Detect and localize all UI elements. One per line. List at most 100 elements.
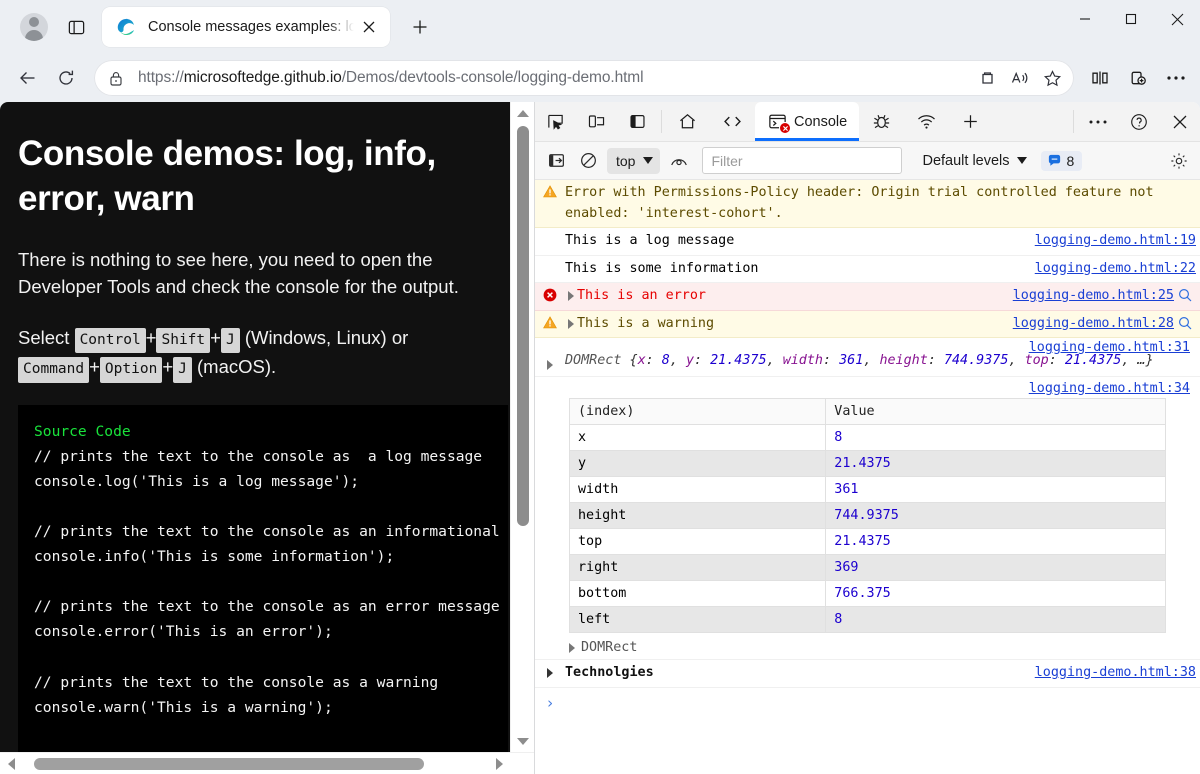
filter-input[interactable]: Filter bbox=[702, 147, 902, 174]
lock-icon bbox=[108, 70, 126, 87]
console-message-warn[interactable]: This is a warning logging-demo.html:28 bbox=[535, 311, 1200, 339]
add-to-collection-icon[interactable] bbox=[1120, 60, 1156, 96]
tab-manager-icon[interactable] bbox=[56, 9, 96, 45]
live-expression-icon[interactable] bbox=[664, 147, 694, 175]
console-source-link[interactable]: logging-demo.html:34 bbox=[1029, 381, 1190, 396]
content-area: Console demos: log, info, error, warn Th… bbox=[0, 102, 1200, 774]
close-window-button[interactable] bbox=[1154, 0, 1200, 38]
tab-add-panel[interactable] bbox=[949, 102, 992, 141]
log-levels-select[interactable]: Default levels bbox=[922, 153, 1026, 169]
expand-arrow-icon[interactable] bbox=[535, 663, 565, 678]
address-bar[interactable]: https://microsoftedge.github.io/Demos/de… bbox=[94, 60, 1074, 96]
scroll-right-arrow-icon[interactable] bbox=[488, 753, 510, 774]
filter-placeholder: Filter bbox=[711, 153, 742, 169]
tab-network[interactable] bbox=[904, 102, 949, 141]
console-message-info[interactable]: This is some information logging-demo.ht… bbox=[535, 256, 1200, 284]
expand-arrow-icon[interactable] bbox=[565, 314, 577, 329]
console-prompt[interactable]: › bbox=[535, 688, 1200, 718]
table-cell-value: 744.9375 bbox=[826, 503, 1166, 529]
message-count-value: 8 bbox=[1067, 153, 1075, 169]
key-option: Option bbox=[100, 357, 162, 382]
console-message-table[interactable]: logging-demo.html:34 (index) Value bbox=[535, 377, 1200, 660]
console-source-link[interactable]: logging-demo.html:25 bbox=[1005, 286, 1174, 307]
avatar bbox=[20, 13, 48, 41]
scroll-up-arrow-icon[interactable] bbox=[511, 102, 534, 124]
profile-button[interactable] bbox=[12, 5, 56, 49]
page-vertical-scroll-thumb[interactable] bbox=[517, 126, 529, 526]
back-button[interactable] bbox=[10, 60, 46, 96]
maximize-button[interactable] bbox=[1108, 0, 1154, 38]
search-magnifier-icon[interactable] bbox=[1174, 314, 1196, 330]
more-tools-icon[interactable] bbox=[1077, 102, 1118, 141]
clear-console-icon[interactable] bbox=[573, 147, 603, 175]
expand-arrow-icon[interactable] bbox=[569, 643, 575, 653]
table-cell-index: left bbox=[570, 607, 826, 633]
inspect-element-icon[interactable] bbox=[535, 102, 576, 141]
console-message-warning[interactable]: Error with Permissions-Policy header: Or… bbox=[535, 180, 1200, 228]
console-message-text: This is a warning bbox=[577, 314, 1005, 335]
scroll-left-arrow-icon[interactable] bbox=[0, 753, 22, 774]
console-source-link[interactable]: logging-demo.html:19 bbox=[1027, 231, 1196, 252]
expand-arrow-icon[interactable] bbox=[565, 286, 577, 301]
minimize-button[interactable] bbox=[1062, 0, 1108, 38]
device-emulation-icon[interactable] bbox=[576, 102, 617, 141]
error-circle-icon bbox=[535, 286, 565, 302]
console-table[interactable]: (index) Value x 8 y bbox=[569, 398, 1166, 633]
collections-icon[interactable] bbox=[972, 62, 1004, 94]
console-message-group[interactable]: Technolgies logging-demo.html:38 bbox=[535, 660, 1200, 688]
dock-side-icon[interactable] bbox=[617, 102, 658, 141]
tab-console[interactable]: Console bbox=[755, 102, 859, 141]
browser-tab[interactable]: Console messages examples: log, info, er… bbox=[102, 7, 390, 47]
console-message-log[interactable]: This is a log message logging-demo.html:… bbox=[535, 228, 1200, 256]
tab-debugger[interactable] bbox=[859, 102, 904, 141]
table-row[interactable]: height 744.9375 bbox=[570, 503, 1166, 529]
page-horizontal-scrollbar[interactable] bbox=[0, 752, 534, 774]
console-filter-toolbar: top Filter Default levels bbox=[535, 142, 1200, 180]
new-tab-button[interactable] bbox=[402, 9, 438, 45]
table-cell-value: 8 bbox=[826, 607, 1166, 633]
console-message-error[interactable]: This is an error logging-demo.html:25 bbox=[535, 283, 1200, 311]
settings-gear-icon[interactable] bbox=[1164, 147, 1194, 175]
page-vertical-scrollbar[interactable] bbox=[510, 102, 534, 752]
favorite-star-icon[interactable] bbox=[1036, 62, 1068, 94]
page-horizontal-scroll-thumb[interactable] bbox=[34, 758, 424, 770]
table-row[interactable]: bottom 766.375 bbox=[570, 581, 1166, 607]
message-count-badge[interactable]: 8 bbox=[1041, 151, 1083, 171]
console-sidebar-icon[interactable] bbox=[541, 147, 571, 175]
search-magnifier-icon[interactable] bbox=[1174, 286, 1196, 302]
split-screen-icon[interactable] bbox=[1082, 60, 1118, 96]
settings-more-icon[interactable] bbox=[1158, 60, 1194, 96]
tab-close-icon[interactable] bbox=[356, 14, 382, 40]
table-row[interactable]: right 369 bbox=[570, 555, 1166, 581]
execution-context-select[interactable]: top bbox=[607, 148, 660, 174]
refresh-button[interactable] bbox=[48, 60, 84, 96]
error-badge-icon bbox=[779, 122, 791, 134]
tab-welcome[interactable] bbox=[665, 102, 710, 141]
table-header-row: (index) Value bbox=[570, 399, 1166, 425]
console-message-text: This is some information bbox=[565, 259, 1027, 280]
domrect-value: 744.9375 bbox=[944, 353, 1009, 368]
table-row[interactable]: left 8 bbox=[570, 607, 1166, 633]
console-table-footer[interactable]: DOMRect bbox=[535, 637, 1200, 660]
tab-elements[interactable] bbox=[710, 102, 755, 141]
table-row[interactable]: width 361 bbox=[570, 477, 1166, 503]
table-row[interactable]: top 21.4375 bbox=[570, 529, 1166, 555]
warning-triangle-icon bbox=[535, 314, 565, 329]
table-cell-value: 8 bbox=[826, 425, 1166, 451]
console-message-list[interactable]: Error with Permissions-Policy header: Or… bbox=[535, 180, 1200, 774]
navigation-toolbar: https://microsoftedge.github.io/Demos/de… bbox=[0, 54, 1200, 102]
console-source-link[interactable]: logging-demo.html:22 bbox=[1027, 259, 1196, 280]
console-message-domrect[interactable]: logging-demo.html:31 DOMRect {x: 8, y: 2… bbox=[535, 338, 1200, 377]
scroll-down-arrow-icon[interactable] bbox=[511, 730, 534, 752]
console-table-footer-label: DOMRect bbox=[581, 640, 637, 655]
console-source-link[interactable]: logging-demo.html:28 bbox=[1005, 314, 1174, 335]
domrect-ellipsis: , …} bbox=[1121, 353, 1153, 368]
read-aloud-icon[interactable] bbox=[1004, 62, 1036, 94]
help-icon[interactable] bbox=[1118, 102, 1159, 141]
console-icon bbox=[767, 111, 788, 132]
table-row[interactable]: y 21.4375 bbox=[570, 451, 1166, 477]
close-devtools-icon[interactable] bbox=[1159, 102, 1200, 141]
expand-arrow-icon[interactable] bbox=[535, 351, 565, 370]
console-source-link[interactable]: logging-demo.html:38 bbox=[1027, 663, 1196, 684]
table-row[interactable]: x 8 bbox=[570, 425, 1166, 451]
